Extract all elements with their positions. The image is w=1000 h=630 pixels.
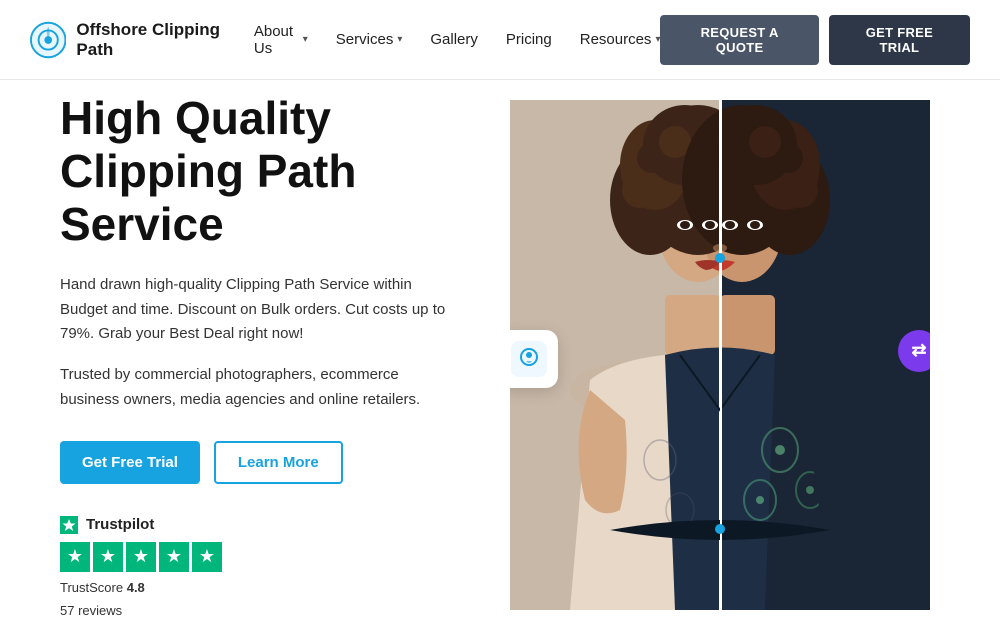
hero-content: High Quality Clipping Path Service Hand … [60, 92, 500, 617]
star-5: ★ [192, 542, 222, 572]
nav-services[interactable]: Services ▾ [336, 31, 403, 48]
trustpilot-label: Trustpilot [86, 516, 154, 533]
request-quote-button[interactable]: REQUEST A QUOTE [660, 15, 818, 65]
nav-about[interactable]: About Us ▾ [254, 23, 308, 57]
app-badge-icon [510, 330, 558, 388]
hero-description: Hand drawn high-quality Clipping Path Se… [60, 273, 460, 347]
trustpilot-logo-star [60, 516, 78, 534]
navbar-cta-group: REQUEST A QUOTE GET FREE TRIAL [660, 15, 970, 65]
star-2: ★ [93, 542, 123, 572]
chevron-down-icon: ▾ [303, 34, 308, 45]
learn-more-button[interactable]: Learn More [214, 441, 343, 484]
brand-logo-icon [30, 21, 66, 59]
trustpilot-reviews: 57 reviews [60, 603, 460, 618]
star-3: ★ [126, 542, 156, 572]
nav-resources[interactable]: Resources ▾ [580, 31, 661, 48]
split-line [720, 100, 722, 610]
chevron-down-icon: ▾ [397, 34, 402, 45]
hero-cta-group: Get Free Trial Learn More [60, 441, 460, 484]
split-dot-top [715, 253, 725, 263]
get-free-trial-nav-button[interactable]: GET FREE TRIAL [829, 15, 970, 65]
hero-image-area: ⇄ [500, 80, 940, 630]
trustpilot-header: Trustpilot [60, 516, 460, 534]
trustpilot-stars: ★ ★ ★ ★ ★ [60, 542, 460, 572]
hero-trusted-text: Trusted by commercial photographers, eco… [60, 363, 460, 413]
star-1: ★ [60, 542, 90, 572]
get-free-trial-button[interactable]: Get Free Trial [60, 441, 200, 484]
brand-container: Offshore Clipping Path [30, 20, 254, 60]
trustpilot-section: Trustpilot ★ ★ ★ ★ ★ TrustScore 4.8 57 r… [60, 516, 460, 618]
clipping-tool-icon [511, 341, 547, 377]
hero-section: High Quality Clipping Path Service Hand … [0, 80, 1000, 630]
nav-pricing[interactable]: Pricing [506, 31, 552, 48]
navbar: Offshore Clipping Path About Us ▾ Servic… [0, 0, 1000, 80]
star-4: ★ [159, 542, 189, 572]
brand-name: Offshore Clipping Path [76, 20, 253, 60]
hero-title: High Quality Clipping Path Service [60, 92, 460, 251]
swap-badge-icon: ⇄ [898, 330, 930, 372]
split-dot-bottom [715, 524, 725, 534]
hero-image-container: ⇄ [510, 100, 930, 610]
nav-links: About Us ▾ Services ▾ Gallery Pricing Re… [254, 23, 661, 57]
trustpilot-score-text: TrustScore 4.8 [60, 580, 460, 595]
nav-gallery[interactable]: Gallery [430, 31, 478, 48]
swap-icon: ⇄ [911, 340, 926, 361]
